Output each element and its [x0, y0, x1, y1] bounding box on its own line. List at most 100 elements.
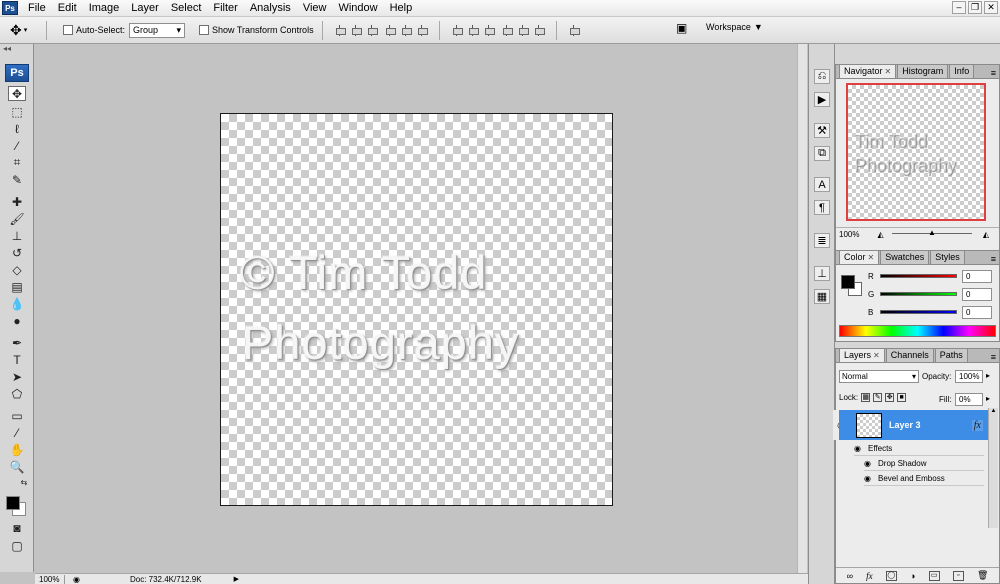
menu-filter[interactable]: Filter — [207, 0, 243, 16]
move-tool-icon[interactable]: ✥ — [8, 86, 26, 101]
align-vcenter-icon[interactable] — [350, 24, 362, 37]
lock-all-icon[interactable]: ■ — [897, 393, 907, 402]
history-icon[interactable]: ⎌ — [814, 69, 830, 84]
foreground-color-swatch[interactable] — [6, 496, 20, 510]
close-button[interactable]: ✕ — [984, 1, 998, 14]
zoom-tool-icon[interactable]: 🔍 — [8, 459, 26, 474]
distribute-vcenter-icon[interactable] — [467, 24, 479, 37]
lasso-tool-icon[interactable]: ℓ — [8, 121, 26, 136]
lock-transparent-icon[interactable]: ▦ — [861, 393, 871, 402]
tab-info[interactable]: Info — [949, 64, 975, 78]
tab-channels[interactable]: Channels — [885, 348, 934, 362]
menu-file[interactable]: File — [22, 0, 52, 16]
lock-position-icon[interactable]: ✥ — [885, 393, 895, 402]
distribute-left-icon[interactable] — [501, 24, 513, 37]
foreground-color-swatch[interactable] — [841, 275, 855, 289]
pen-tool-icon[interactable]: ✒ — [8, 335, 26, 350]
measurement-icon[interactable]: ▦ — [814, 289, 830, 304]
trash-icon[interactable]: 🗑 — [977, 570, 988, 581]
green-value-field[interactable]: 0 — [962, 287, 992, 301]
add-mask-icon[interactable]: ◯ — [885, 570, 897, 581]
layer-row[interactable]: Layer 3 fx — [839, 410, 988, 440]
tab-color[interactable]: Color ✕ — [839, 250, 880, 264]
distribute-top-icon[interactable] — [451, 24, 463, 37]
effects-row[interactable]: ◉ Effects — [854, 441, 984, 456]
shape-tool-icon[interactable]: ⬠ — [8, 386, 26, 401]
tab-styles[interactable]: Styles — [930, 250, 965, 264]
fill-field[interactable]: 0% — [955, 393, 983, 406]
color-spectrum-ramp[interactable] — [839, 325, 996, 337]
fill-arrow-icon[interactable]: ▸ — [986, 394, 990, 403]
close-icon[interactable]: ✕ — [873, 351, 880, 360]
effect-drop-shadow-row[interactable]: ◉ Drop Shadow — [864, 456, 984, 471]
navigator-zoom-knob[interactable]: ▲ — [928, 228, 936, 237]
menu-analysis[interactable]: Analysis — [244, 0, 297, 16]
blue-slider[interactable] — [880, 310, 957, 314]
quick-mask-icon[interactable]: ◙ — [8, 520, 26, 535]
opacity-field[interactable]: 100% — [955, 370, 983, 383]
add-style-icon[interactable]: fx — [866, 571, 873, 581]
auto-align-icon[interactable] — [568, 24, 580, 37]
healing-brush-tool-icon[interactable]: ✚ — [8, 194, 26, 209]
layer-fx-icon[interactable]: fx — [971, 419, 983, 431]
menu-help[interactable]: Help — [384, 0, 419, 16]
swap-colors-icon[interactable]: ⇆ — [19, 477, 29, 487]
tab-histogram[interactable]: Histogram — [897, 64, 949, 78]
eye-icon[interactable]: ◉ — [864, 459, 874, 468]
effect-bevel-emboss-row[interactable]: ◉ Bevel and Emboss — [864, 471, 984, 486]
notes-tool-icon[interactable]: ▭ — [8, 408, 26, 423]
auto-select-checkbox[interactable] — [63, 25, 73, 35]
tool-presets-icon[interactable]: ⚒ — [814, 123, 830, 138]
menu-image[interactable]: Image — [83, 0, 126, 16]
history-brush-tool-icon[interactable]: ↺ — [8, 245, 26, 260]
menu-select[interactable]: Select — [165, 0, 208, 16]
new-group-icon[interactable]: ▭ — [928, 570, 940, 581]
vertical-scrollbar[interactable] — [797, 44, 807, 574]
distribute-right-icon[interactable] — [533, 24, 545, 37]
panel-menu-icon[interactable]: ≡ — [991, 254, 996, 264]
auto-select-dropdown[interactable]: Group ▾ — [129, 22, 186, 38]
crop-tool-icon[interactable]: ⌗ — [8, 155, 26, 170]
clone-source-icon[interactable]: ⧉ — [814, 146, 830, 161]
minimize-button[interactable]: – — [952, 1, 966, 14]
navigator-zoom-field[interactable]: 100% — [839, 230, 859, 239]
restore-button[interactable]: ❐ — [968, 1, 982, 14]
align-bottom-icon[interactable] — [366, 24, 378, 37]
workspace-icon[interactable]: ▣ — [676, 21, 694, 36]
distribute-bottom-icon[interactable] — [483, 24, 495, 37]
panel-menu-icon[interactable]: ≡ — [991, 68, 996, 78]
character-icon[interactable]: A — [814, 177, 830, 192]
brush-tool-icon[interactable]: 🖌 — [8, 211, 26, 226]
blend-mode-dropdown[interactable]: Normal ▾ — [839, 370, 919, 383]
navigator-preview[interactable]: Tim Todd Photography — [846, 83, 986, 221]
menu-edit[interactable]: Edit — [52, 0, 83, 16]
layer-name[interactable]: Layer 3 — [889, 420, 921, 430]
panel-grip[interactable]: ◂◂ — [0, 44, 33, 54]
lock-image-icon[interactable]: ✎ — [873, 393, 883, 402]
link-layers-icon[interactable]: ∞ — [847, 571, 853, 581]
actions-icon[interactable]: ▶ — [814, 92, 830, 107]
path-selection-tool-icon[interactable]: ➤ — [8, 369, 26, 384]
distribute-hcenter-icon[interactable] — [517, 24, 529, 37]
eyedropper-2-tool-icon[interactable]: ⁄ — [8, 425, 26, 440]
gradient-tool-icon[interactable]: ▤ — [8, 279, 26, 294]
hand-tool-icon[interactable]: ✋ — [8, 442, 26, 457]
brushes-icon[interactable]: ⊥ — [814, 266, 830, 281]
marquee-tool-icon[interactable]: ⬚ — [8, 104, 26, 119]
align-left-icon[interactable] — [384, 24, 396, 37]
tab-paths[interactable]: Paths — [934, 348, 968, 362]
align-top-icon[interactable] — [334, 24, 346, 37]
menu-view[interactable]: View — [297, 0, 333, 16]
align-hcenter-icon[interactable] — [400, 24, 412, 37]
layer-thumbnail[interactable] — [856, 412, 882, 438]
align-right-icon[interactable] — [416, 24, 428, 37]
new-layer-icon[interactable]: ▫ — [952, 570, 964, 581]
tab-layers[interactable]: Layers ✕ — [839, 348, 885, 362]
zoom-out-icon[interactable]: ◭ — [877, 230, 883, 239]
screen-mode-icon[interactable]: ▢ — [8, 538, 26, 553]
move-tool-preset-icon[interactable]: ✥ ▾ — [10, 20, 38, 40]
magic-wand-tool-icon[interactable]: ⁄ — [8, 138, 26, 153]
close-icon[interactable]: ✕ — [868, 253, 875, 262]
canvas-area[interactable]: © Tim Todd Photography — [35, 44, 807, 574]
status-menu-arrow-icon[interactable]: ▶ — [234, 575, 239, 583]
